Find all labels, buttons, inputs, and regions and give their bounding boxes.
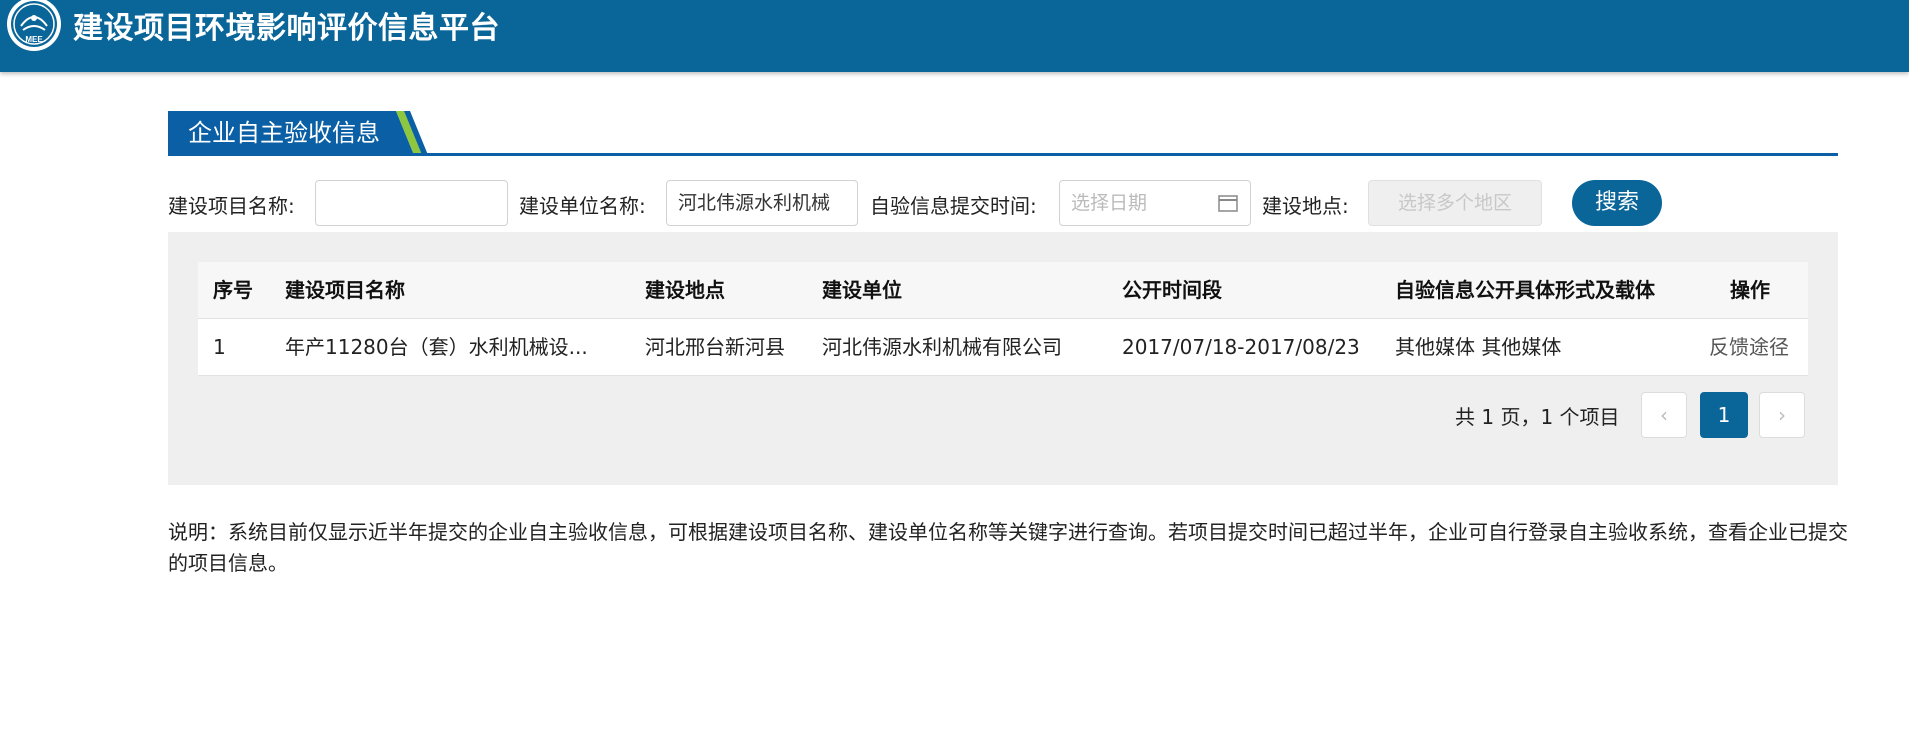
location-multiselect[interactable]: 选择多个地区 [1368,180,1542,226]
project-name-input[interactable] [315,180,508,226]
cell-project-name[interactable]: 年产11280台（套）水利机械设... [285,333,588,361]
location-placeholder: 选择多个地区 [1397,192,1512,214]
cell-company: 河北伟源水利机械有限公司 [822,335,1062,359]
company-name-label: 建设单位名称: [519,194,646,218]
col-header-period: 公开时间段 [1122,278,1222,302]
submit-time-placeholder: 选择日期 [1071,192,1148,214]
col-header-action: 操作 [1730,278,1770,302]
col-header-project: 建设项目名称 [285,278,405,302]
cell-media: 其他媒体 其他媒体 [1395,335,1562,359]
section-divider [168,153,1838,156]
calendar-icon [1218,195,1238,212]
cell-period: 2017/07/18-2017/08/23 [1122,335,1360,359]
submit-time-datepicker[interactable]: 选择日期 [1059,180,1251,226]
col-header-company: 建设单位 [822,278,902,302]
section-tab: 企业自主验收信息 [168,111,430,155]
company-name-input[interactable]: 河北伟源水利机械 [666,180,858,226]
site-title: 建设项目环境影响评价信息平台 [73,11,500,46]
pagination-summary: 共 1 页，1 个项目 [1455,405,1620,429]
col-header-location: 建设地点 [645,278,725,302]
results-table: 序号 建设项目名称 建设地点 建设单位 公开时间段 自验信息公开具体形式及载体 … [198,262,1808,376]
results-panel: 序号 建设项目名称 建设地点 建设单位 公开时间段 自验信息公开具体形式及载体 … [168,232,1838,485]
table-header-row: 序号 建设项目名称 建设地点 建设单位 公开时间段 自验信息公开具体形式及载体 … [198,262,1808,319]
project-name-label: 建设项目名称: [168,194,295,218]
next-page-button[interactable]: › [1759,392,1805,438]
col-header-index: 序号 [213,278,253,302]
cell-location: 河北邢台新河县 [645,335,785,359]
table-row[interactable]: 1 年产11280台（套）水利机械设... 河北邢台新河县 河北伟源水利机械有限… [198,319,1808,376]
top-header: MEE 建设项目环境影响评价信息平台 [0,0,1909,72]
feedback-link[interactable]: 反馈途径 [1709,333,1789,361]
info-note: 说明：系统目前仅显示近半年提交的企业自主验收信息，可根据建设项目名称、建设单位名… [168,520,1848,575]
section-title: 企业自主验收信息 [188,119,380,147]
cell-index: 1 [213,335,226,359]
logo-text: MEE [25,35,43,44]
location-label: 建设地点: [1262,194,1349,218]
submit-time-label: 自验信息提交时间: [870,194,1037,218]
page-1-button[interactable]: 1 [1700,392,1748,438]
col-header-media: 自验信息公开具体形式及载体 [1395,278,1655,302]
mee-logo-icon[interactable]: MEE [4,0,64,52]
prev-page-button[interactable]: ‹ [1641,392,1687,438]
search-button[interactable]: 搜索 [1572,180,1662,226]
